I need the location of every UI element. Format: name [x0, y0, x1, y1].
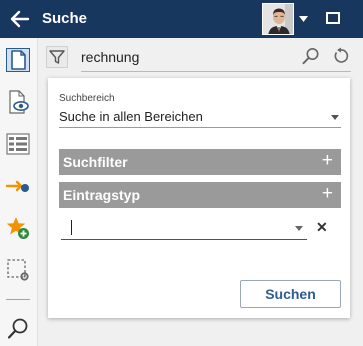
chevron-down-icon[interactable] — [295, 226, 303, 231]
page-title: Suche — [42, 10, 88, 27]
sidebar-item-document-view[interactable] — [6, 90, 30, 114]
chevron-down-icon[interactable] — [299, 16, 308, 22]
plus-icon: + — [321, 150, 333, 171]
search-icon — [7, 318, 28, 339]
text-cursor — [71, 220, 72, 235]
sidebar-item-selection[interactable] — [6, 258, 30, 282]
sidebar-item-search[interactable] — [6, 317, 30, 341]
window-icon[interactable] — [326, 12, 340, 24]
plus-icon: + — [321, 183, 333, 204]
magnifier-icon[interactable] — [302, 47, 320, 65]
search-input[interactable]: rechnung — [81, 49, 139, 65]
search-submit-button[interactable]: Suchen — [240, 280, 341, 308]
document-icon — [6, 48, 30, 72]
search-bar: rechnung — [38, 38, 363, 76]
sidebar-item-list[interactable] — [6, 132, 30, 156]
chevron-down-icon — [331, 115, 339, 120]
scope-label: Suchbereich — [59, 93, 115, 104]
entry-type-input[interactable] — [61, 216, 307, 240]
clear-icon[interactable]: ✕ — [316, 219, 328, 236]
filter-section-header[interactable]: Suchfilter + — [59, 149, 341, 175]
avatar[interactable] — [262, 3, 294, 35]
arrow-left-icon[interactable] — [10, 10, 30, 28]
arrow-pin-icon — [5, 180, 29, 192]
filter-button[interactable] — [46, 46, 68, 68]
sidebar — [0, 38, 38, 346]
reset-icon[interactable] — [332, 47, 350, 65]
sidebar-item-favorites[interactable] — [6, 216, 30, 240]
filter-section-label: Suchfilter — [63, 154, 128, 170]
search-panel: Suchbereich Suche in allen Bereichen Suc… — [48, 78, 350, 318]
sidebar-item-document[interactable] — [6, 48, 30, 72]
search-input-underline — [81, 71, 351, 72]
type-section-header[interactable]: Eintragstyp + — [59, 182, 341, 208]
sidebar-divider — [6, 299, 30, 300]
list-icon — [6, 133, 30, 155]
app-window: Suche rechnung Suchbereich Suche in alle… — [0, 0, 363, 346]
selection-settings-icon — [7, 259, 29, 281]
document-view-icon — [9, 90, 29, 114]
sidebar-item-pin[interactable] — [5, 174, 30, 198]
type-section-label: Eintragstyp — [63, 187, 141, 203]
star-add-icon — [6, 217, 29, 239]
scope-value: Suche in allen Bereichen — [59, 109, 203, 124]
scope-select[interactable]: Suche in allen Bereichen — [59, 106, 341, 128]
user-photo — [263, 4, 293, 34]
funnel-icon — [49, 50, 65, 64]
app-header: Suche — [0, 0, 363, 38]
